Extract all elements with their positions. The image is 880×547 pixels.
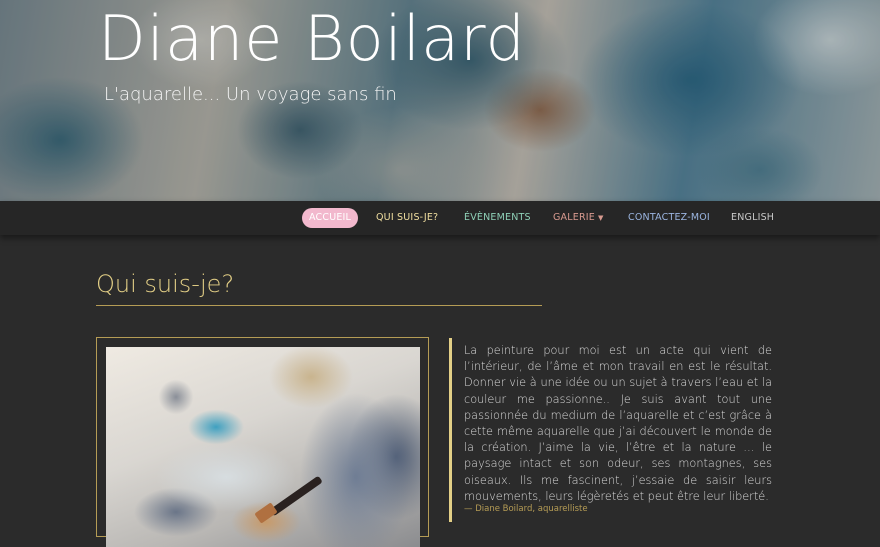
nav-item-galerie[interactable]: GALERIE ▼ xyxy=(553,208,604,228)
nav-item-accueil[interactable]: ACCUEIL xyxy=(302,208,359,228)
artist-photo-frame xyxy=(96,337,429,547)
chevron-down-icon: ▼ xyxy=(597,214,604,222)
nav-item-qui-suis-je[interactable]: QUI SUIS-JE? xyxy=(376,208,438,228)
site-title[interactable]: Diane Boilard xyxy=(98,0,526,78)
nav-item-contactez-moi[interactable]: CONTACTEZ-MOI xyxy=(628,208,710,228)
about-quote: La peinture pour moi est un acte qui vie… xyxy=(464,344,772,503)
artist-painting-photo xyxy=(106,347,420,547)
quote-citation: — Diane Boilard, aquarelliste xyxy=(464,504,588,514)
nav-item-galerie-label: GALERIE xyxy=(553,212,595,223)
nav-item-evenements[interactable]: ÉVÈNEMENTS xyxy=(464,208,531,228)
nav-item-english[interactable]: ENGLISH xyxy=(731,208,774,228)
section-heading: Qui suis-je? xyxy=(96,270,235,298)
heading-divider xyxy=(96,305,542,306)
quote-accent-bar xyxy=(449,338,452,522)
site-tagline: L'aquarelle... Un voyage sans fin xyxy=(104,84,397,105)
main-navbar: ACCUEIL QUI SUIS-JE? ÉVÈNEMENTS GALERIE ▼… xyxy=(0,201,880,235)
header-banner: Diane Boilard L'aquarelle... Un voyage s… xyxy=(0,0,880,201)
paintbrush-shape xyxy=(269,475,323,517)
